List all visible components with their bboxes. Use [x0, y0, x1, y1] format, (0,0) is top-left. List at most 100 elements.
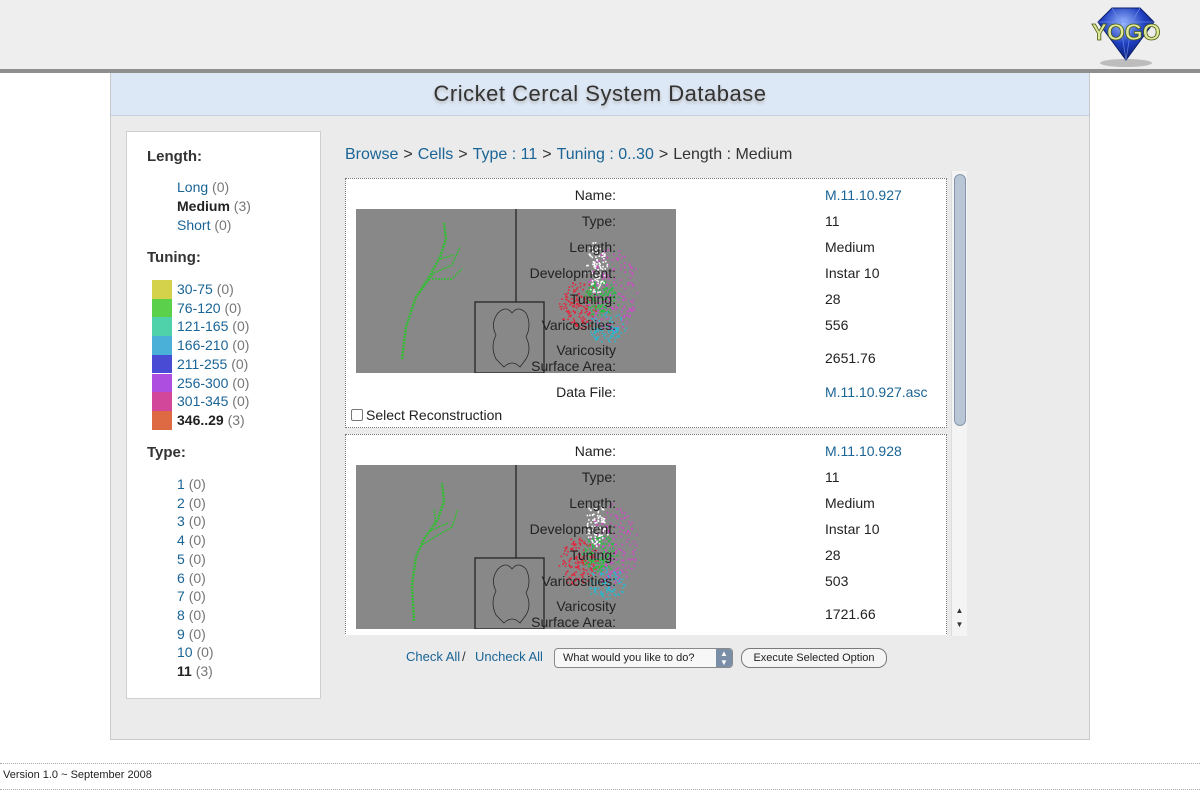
type-facet-item[interactable]: 10 (0) [177, 644, 214, 661]
type-facet-label[interactable]: 5 [177, 551, 185, 567]
tuning-facet-label[interactable]: 166-210 [177, 337, 228, 353]
check-all-link[interactable]: Check All [406, 649, 460, 664]
results-list: Name: M.11.10.927 Type: 11 Length: Medium Deve… [345, 175, 947, 635]
data-file-link[interactable]: M.11.10.927.asc [825, 384, 927, 400]
type-facet-label: 11 [177, 663, 192, 679]
type-facet-label[interactable]: 7 [177, 588, 185, 604]
select-reconstruction-checkbox[interactable] [351, 409, 363, 421]
type-facet-item[interactable]: 9 (0) [177, 626, 206, 643]
type-facet-label[interactable]: 3 [177, 513, 185, 529]
type-facet-item[interactable]: 1 (0) [177, 476, 206, 493]
type-facet-label[interactable]: 4 [177, 532, 185, 548]
type-facet-item[interactable]: 4 (0) [177, 532, 206, 549]
select-reconstruction-row[interactable]: Select Reconstruction [351, 407, 502, 423]
footer-divider-bottom [0, 789, 1200, 790]
tuning-facet-label[interactable]: 211-255 [177, 356, 227, 372]
type-facet-item[interactable]: 3 (0) [177, 513, 206, 530]
breadcrumb-link[interactable]: Tuning : 0..30 [557, 146, 654, 163]
tuning-facet-label[interactable]: 121-165 [177, 318, 228, 334]
tuning-value: 28 [825, 291, 841, 307]
length-facet-count: (3) [233, 198, 251, 214]
tuning-facet-item[interactable]: 346..29 (3) [177, 412, 245, 429]
tuning-color-swatch [152, 392, 172, 411]
tuning-facet-label[interactable]: 301-345 [177, 393, 228, 409]
tuning-facet-count: (3) [227, 411, 245, 428]
tuning-facet-label: 346..29 [177, 411, 224, 428]
type-facet-item[interactable]: 7 (0) [177, 588, 206, 605]
tuning-value: 28 [825, 547, 841, 563]
surface-area-label-line2: Surface Area: [531, 358, 616, 374]
breadcrumb-link[interactable]: Cells [418, 146, 454, 163]
type-facet-item[interactable]: 11 (3) [177, 663, 213, 680]
actions-separator: / [462, 649, 466, 664]
scroll-up-arrow-icon[interactable]: ▲ [954, 605, 965, 617]
type-facet-count: (3) [195, 663, 213, 679]
type-facet-heading: Type: [147, 444, 186, 461]
neuron-reconstruction-image [356, 209, 676, 373]
type-facet-count: (0) [188, 494, 206, 511]
length-facet-item[interactable]: Medium (3) [177, 198, 251, 215]
type-facet-label[interactable]: 1 [177, 476, 185, 492]
length-facet-label[interactable]: Long [177, 179, 208, 195]
length-label: Length: [569, 239, 616, 255]
name-link[interactable]: M.11.10.927 [825, 187, 902, 203]
scroll-down-arrow-icon[interactable]: ▼ [954, 619, 965, 631]
type-facet-label[interactable]: 6 [177, 570, 185, 586]
name-link[interactable]: M.11.10.928 [825, 443, 902, 459]
tuning-facet-count: (0) [216, 281, 234, 297]
tuning-facet-item[interactable]: 166-210 (0) [177, 337, 249, 354]
length-facet-count: (0) [212, 179, 230, 195]
page-title: Cricket Cercal System Database [433, 81, 767, 106]
logo-text: YOGO [1091, 19, 1160, 45]
tuning-facet-label[interactable]: 256-300 [177, 375, 228, 391]
tuning-facet-label[interactable]: 76-120 [177, 300, 221, 316]
tuning-facet-item[interactable]: 211-255 (0) [177, 356, 248, 373]
breadcrumb-separator: > [403, 146, 413, 163]
development-label: Development: [529, 265, 616, 281]
type-facet-label[interactable]: 9 [177, 626, 185, 642]
length-value: Medium [825, 239, 875, 255]
surface-area-value: 2651.76 [825, 350, 876, 366]
title-bar: Cricket Cercal System Database [111, 73, 1089, 116]
varicosities-value: 503 [825, 573, 849, 589]
tuning-label: Tuning: [569, 547, 616, 563]
development-value: Instar 10 [825, 521, 880, 537]
type-facet-item[interactable]: 2 (0) [177, 495, 206, 512]
type-facet-item[interactable]: 6 (0) [177, 570, 206, 587]
development-label: Development: [529, 521, 616, 537]
tuning-facet-count: (0) [232, 393, 250, 410]
varicosities-value: 556 [825, 317, 849, 333]
tuning-facet-count: (0) [231, 355, 249, 372]
breadcrumb-link[interactable]: Browse [345, 146, 398, 163]
select-reconstruction-label: Select Reconstruction [366, 407, 503, 423]
facet-sidebar: Length: Long (0) Medium (3) Short (0) Tuni… [126, 131, 321, 699]
results-scrollbar[interactable]: ▲ ▼ [951, 171, 967, 636]
type-facet-count: (0) [188, 569, 206, 586]
length-facet-label[interactable]: Short [177, 217, 210, 233]
tuning-facet-item[interactable]: 121-165 (0) [177, 318, 249, 335]
tuning-facet-item[interactable]: 256-300 (0) [177, 375, 249, 392]
tuning-facet-item[interactable]: 30-75 (0) [177, 281, 234, 298]
tuning-facet-item[interactable]: 76-120 (0) [177, 300, 242, 317]
uncheck-all-link[interactable]: Uncheck All [475, 649, 543, 664]
type-facet-count: (0) [188, 588, 206, 605]
breadcrumb-link[interactable]: Type : 11 [473, 146, 538, 163]
type-facet-label[interactable]: 10 [177, 644, 193, 660]
scrollbar-thumb[interactable] [954, 174, 966, 426]
tuning-facet-item[interactable]: 301-345 (0) [177, 393, 249, 410]
action-select[interactable]: What would you like to do? ▲ ▼ [554, 648, 733, 668]
tuning-color-swatch [152, 280, 172, 299]
type-facet-item[interactable]: 8 (0) [177, 607, 206, 624]
type-facet-item[interactable]: 5 (0) [177, 551, 206, 568]
length-facet-item[interactable]: Short (0) [177, 217, 231, 234]
length-label: Length: [569, 495, 616, 511]
type-facet-label[interactable]: 8 [177, 607, 185, 623]
type-facet-label[interactable]: 2 [177, 495, 185, 511]
execute-selected-option-button[interactable]: Execute Selected Option [741, 648, 887, 668]
surface-area-label-line1: Varicosity [556, 598, 616, 614]
tuning-facet-label[interactable]: 30-75 [177, 281, 213, 297]
length-facet-heading: Length: [147, 148, 202, 165]
footer-version: Version 1.0 ~ September 2008 [3, 769, 152, 781]
tuning-color-swatch [152, 354, 172, 374]
length-facet-item[interactable]: Long (0) [177, 179, 229, 196]
